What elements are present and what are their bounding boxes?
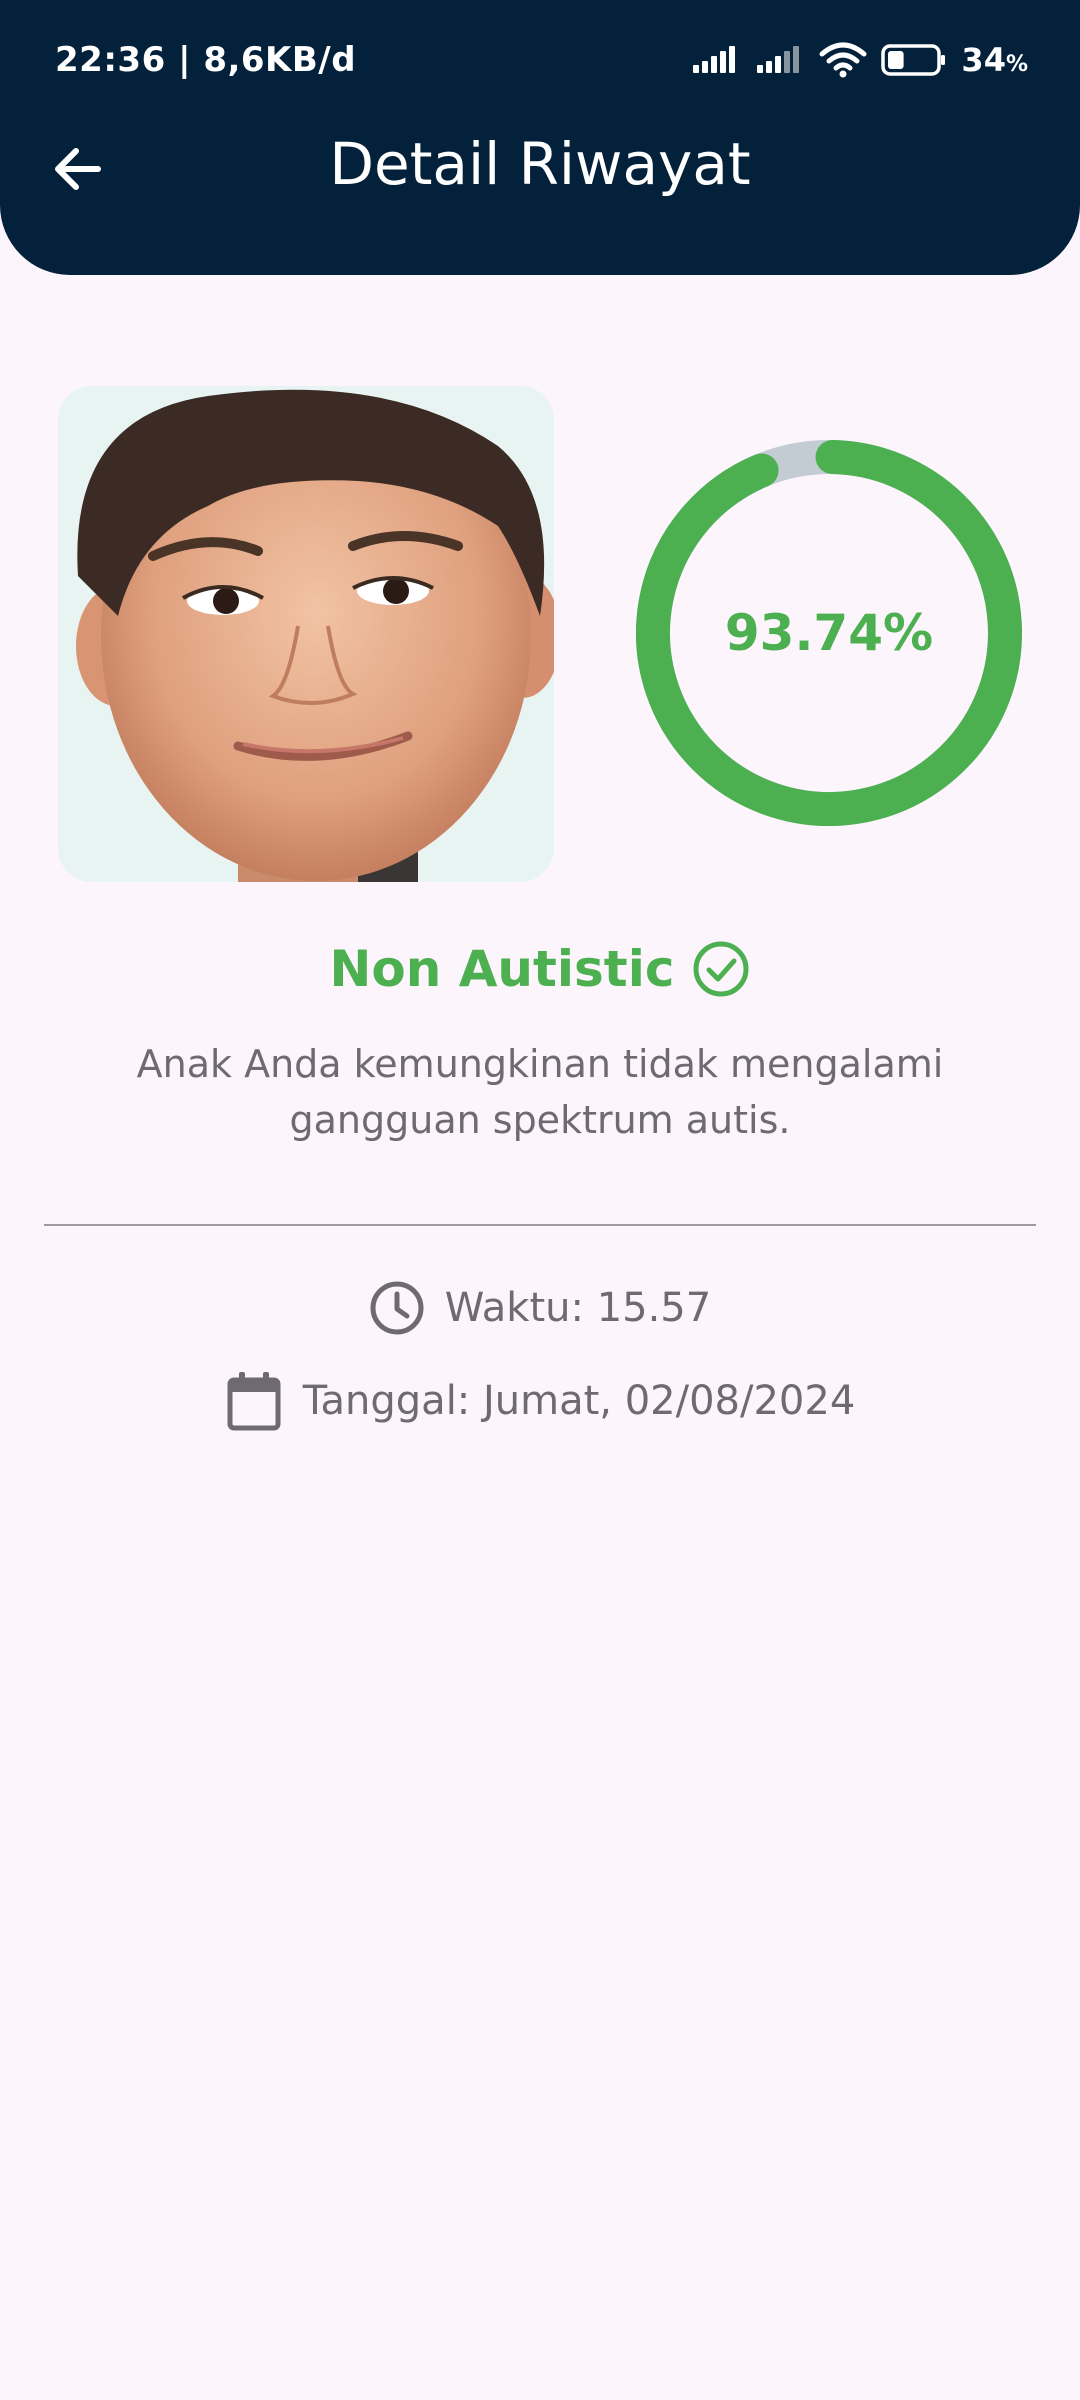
status-icons: 34% xyxy=(691,38,1028,82)
confidence-value: 93.74% xyxy=(724,604,934,662)
battery-percent: 34% xyxy=(961,41,1028,79)
check-circle-icon xyxy=(693,941,749,997)
page-title: Detail Riwayat xyxy=(329,130,751,198)
app-bar: 22:36 | 8,6KB/d 34% Detail Riwayat xyxy=(0,0,1080,275)
status-time: 22:36 | 8,6KB/d xyxy=(55,40,357,80)
result-label: Non Autistic xyxy=(329,940,675,998)
wifi-icon xyxy=(819,42,867,78)
child-photo xyxy=(58,386,554,882)
signal-icon xyxy=(757,46,800,73)
result-heading: Non Autistic xyxy=(0,940,1080,998)
date-row: Tanggal: Jumat, 02/08/2024 xyxy=(0,1370,1080,1432)
signal-icon xyxy=(693,46,736,73)
time-text: Waktu: 15.57 xyxy=(444,1285,712,1331)
battery-icon xyxy=(881,44,946,76)
result-description: Anak Anda kemungkinan tidak mengalami ga… xyxy=(136,1042,944,1142)
time-row: Waktu: 15.57 xyxy=(0,1280,1080,1336)
clock-icon xyxy=(370,1281,424,1335)
date-text: Tanggal: Jumat, 02/08/2024 xyxy=(302,1378,856,1424)
divider xyxy=(44,1224,1036,1226)
calendar-icon xyxy=(227,1372,281,1431)
